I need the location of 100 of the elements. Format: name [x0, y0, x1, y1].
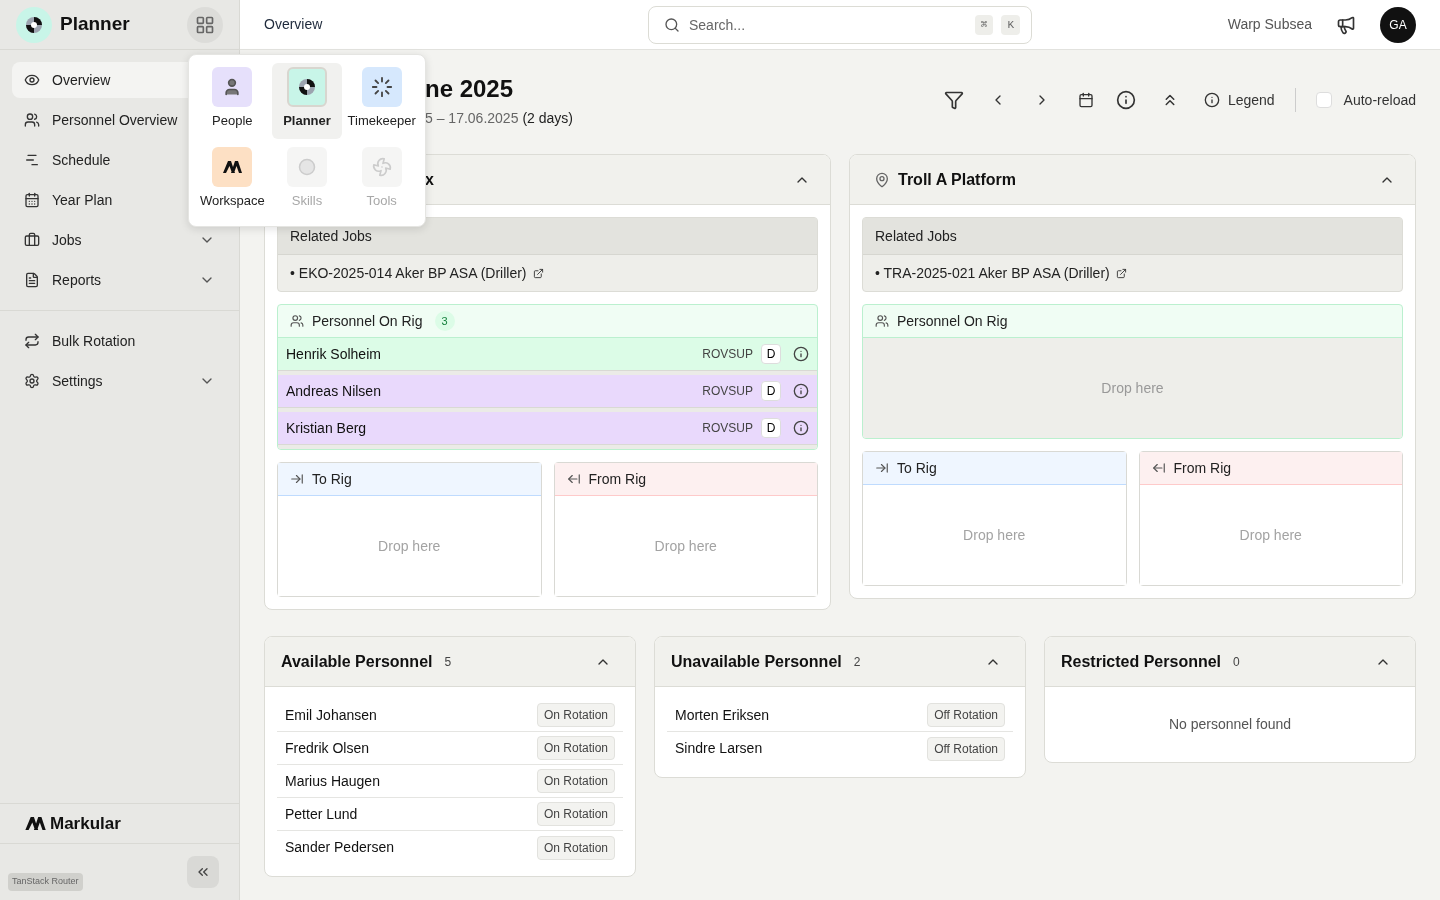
rig-title: x — [425, 169, 435, 190]
person-name: Andreas Nilsen — [286, 381, 382, 401]
app-switcher-button[interactable] — [187, 6, 223, 43]
chart-icon — [24, 152, 40, 168]
app-label: People — [212, 112, 253, 130]
spinner-icon — [370, 76, 393, 98]
nav-label: Settings — [52, 371, 104, 391]
grid-icon — [195, 14, 215, 35]
person-name: Emil Johansen — [285, 705, 378, 725]
rig-title: Troll A Platform — [898, 169, 1017, 190]
info-icon[interactable] — [793, 383, 809, 399]
status-badge: On Rotation — [536, 769, 615, 793]
filter-icon — [943, 90, 964, 110]
job-link[interactable]: • TRA-2025-021 Aker BP ASA (Driller) — [875, 262, 1110, 284]
personnel-row[interactable]: Sindre Larsen Off Rotation — [667, 732, 1013, 765]
person-name: Fredrik Olsen — [285, 738, 371, 758]
brand-name: Markular — [50, 812, 121, 835]
person-name: Marius Haugen — [285, 771, 381, 791]
job-link[interactable]: • EKO-2025-014 Aker BP ASA (Driller) — [290, 262, 527, 284]
map-pin-icon — [874, 171, 890, 188]
collapse-sidebar-button[interactable] — [187, 856, 219, 888]
planner-logo-icon — [297, 77, 317, 97]
arrow-right-icon — [875, 461, 889, 475]
panel-title: Available Personnel — [281, 651, 433, 672]
external-link-icon[interactable] — [532, 267, 544, 279]
personnel-row[interactable]: Marius Haugen On Rotation — [277, 765, 623, 798]
shift-badge: D — [761, 381, 781, 401]
role-code: ROVSUP — [702, 346, 753, 363]
status-badge: On Rotation — [536, 835, 615, 860]
status-badge: Off Rotation — [927, 703, 1005, 727]
markular-logo-icon — [222, 159, 243, 174]
info-icon[interactable] — [793, 420, 809, 436]
markular-logo-icon — [24, 816, 46, 831]
personnel-row[interactable]: Petter Lund On Rotation — [277, 798, 623, 831]
document-icon — [24, 272, 40, 288]
count-label: 2 — [853, 653, 861, 671]
role-code: ROVSUP — [702, 420, 753, 437]
external-link-icon[interactable] — [1115, 267, 1127, 279]
personnel-row[interactable]: Henrik Solheim ROVSUP D — [278, 338, 817, 371]
role-code: ROVSUP — [702, 383, 753, 400]
devtools-button[interactable]: TanStack Router — [8, 873, 83, 891]
checkbox-label: Auto-reload — [1343, 90, 1416, 110]
organization-name: Warp Subsea — [1227, 15, 1312, 34]
panel-title: From Rig — [1173, 458, 1232, 478]
personnel-row[interactable]: Andreas Nilsen ROVSUP D — [278, 375, 817, 408]
shift-badge: D — [761, 418, 781, 438]
app-tile[interactable]: Timekeeper — [346, 63, 417, 139]
panel-title: Unavailable Personnel — [671, 651, 842, 672]
panel-title: Restricted Personnel — [1061, 651, 1222, 672]
fan-icon — [371, 156, 392, 177]
auto-reload-checkbox[interactable] — [1315, 92, 1332, 108]
nav-item[interactable]: Settings — [12, 363, 227, 399]
app-tile[interactable]: Planner — [271, 63, 343, 139]
nav-label: Reports — [52, 270, 103, 290]
count-label: 0 — [1233, 653, 1240, 671]
nav-label: Bulk Rotation — [52, 331, 137, 351]
app-label: Planner — [283, 112, 331, 130]
panel-title: From Rig — [588, 469, 647, 489]
page-title: Overview — [264, 15, 324, 34]
arrow-left-icon — [566, 472, 581, 486]
arrow-left-icon — [1151, 461, 1166, 475]
users-icon — [24, 112, 40, 128]
personnel-row[interactable]: Sander Pedersen On Rotation — [277, 831, 623, 864]
legend-button[interactable]: Legend — [1203, 89, 1275, 111]
nav-label: Schedule — [52, 150, 112, 170]
empty-message: No personnel found — [1168, 715, 1292, 734]
count-label: 5 — [444, 653, 452, 671]
app-label: Timekeeper — [347, 112, 416, 130]
person-name: Henrik Solheim — [286, 344, 382, 364]
period-dates: 5 – 17.06.2025 — [425, 110, 519, 126]
personnel-row[interactable]: Kristian Berg ROVSUP D — [278, 412, 817, 445]
nav-item[interactable]: Bulk Rotation — [12, 323, 227, 359]
repeat-icon — [24, 333, 40, 349]
megaphone-icon[interactable] — [1336, 14, 1356, 35]
status-badge: On Rotation — [536, 703, 615, 727]
nav-item[interactable]: Reports — [12, 262, 227, 298]
personnel-row[interactable]: Fredrik Olsen On Rotation — [277, 732, 623, 765]
period-title: ne 2025 — [425, 74, 515, 104]
drop-placeholder: Drop here — [1101, 378, 1164, 398]
drop-placeholder: Drop here — [1239, 525, 1302, 545]
drop-placeholder: Drop here — [654, 536, 717, 556]
info-icon — [1115, 90, 1136, 110]
planner-logo-icon — [24, 14, 44, 35]
nav-item[interactable]: Jobs — [12, 222, 227, 258]
personnel-row[interactable]: Morten Eriksen Off Rotation — [667, 699, 1013, 732]
panel-title: Personnel On Rig — [897, 311, 1008, 331]
status-badge: On Rotation — [536, 802, 615, 826]
panel-title: To Rig — [897, 458, 937, 478]
info-icon[interactable] — [793, 346, 809, 362]
panel-title: To Rig — [312, 469, 352, 489]
person-name: Sander Pedersen — [285, 838, 395, 857]
personnel-row[interactable]: Emil Johansen On Rotation — [277, 699, 623, 732]
drop-placeholder: Drop here — [963, 525, 1026, 545]
eye-icon — [24, 72, 40, 88]
users-icon — [875, 314, 889, 328]
nav-label: Overview — [52, 70, 112, 90]
count-badge: 3 — [434, 311, 455, 331]
circle-icon — [298, 157, 316, 176]
user-avatar[interactable]: GA — [1380, 6, 1416, 43]
person-name: Morten Eriksen — [675, 705, 771, 725]
